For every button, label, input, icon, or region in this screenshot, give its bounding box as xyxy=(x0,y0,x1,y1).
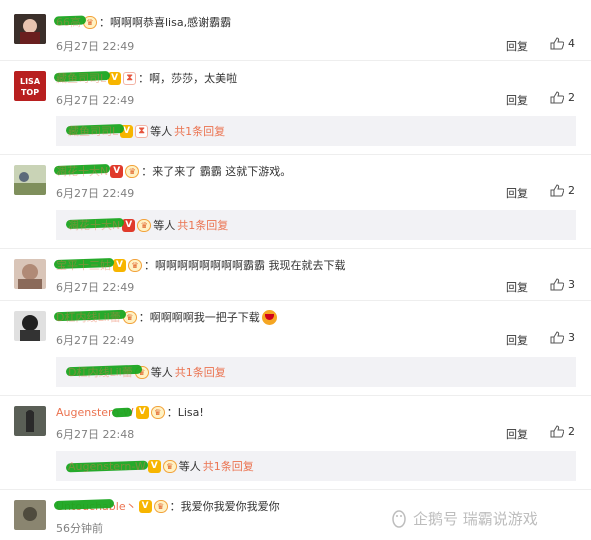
like-count: 2 xyxy=(568,184,575,197)
sub-reply-text: 等人 xyxy=(153,219,176,232)
sub-reply-count[interactable]: 共1条回复 xyxy=(175,364,226,380)
sub-reply-text: 等人 xyxy=(150,125,173,138)
divider xyxy=(0,489,591,490)
verified-v-icon: V xyxy=(108,71,122,85)
sub-reply-bar[interactable]: Augenstern-W V ♛ 等人 共1条回复 xyxy=(56,451,576,481)
verified-v-icon: V xyxy=(113,258,126,272)
username[interactable]: 凋花十大N xyxy=(53,163,111,179)
hourglass-icon: ⧗ xyxy=(123,71,137,85)
sub-reply-username[interactable]: Augenstern-W xyxy=(65,460,149,473)
sub-reply-username[interactable]: D杠内线Lil蕾 xyxy=(65,364,143,380)
comment-date: 6月27日 22:49 xyxy=(56,187,135,200)
divider xyxy=(0,154,591,155)
reply-button[interactable]: 回复 xyxy=(506,185,528,201)
avatar[interactable] xyxy=(14,14,46,44)
avatar[interactable] xyxy=(14,311,46,341)
verified-v-icon: V xyxy=(122,218,136,232)
fan-badge-icon: ♛ xyxy=(162,459,177,473)
penguin-logo-icon xyxy=(392,509,406,528)
sub-reply-username[interactable]: 藏鱼司司L xyxy=(65,123,125,139)
watermark: 企鹅号 瑞霸说游戏 xyxy=(389,508,538,529)
comment-text: ：啊啊啊恭喜lisa,感谢霸霸 xyxy=(99,16,232,29)
reply-button[interactable]: 回复 xyxy=(506,92,528,108)
username[interactable]: Augenstern-W xyxy=(56,406,134,419)
comment-text: ：来了来了 霸霸 这就下游戏。 xyxy=(141,165,292,178)
avatar[interactable]: LISA TOP xyxy=(14,71,46,101)
divider xyxy=(0,60,591,61)
fan-badge-icon: ♛ xyxy=(153,499,168,513)
fan-badge-icon: ♛ xyxy=(137,218,152,232)
sub-reply-bar[interactable]: 藏鱼司司L V ⧗ 等人 共1条回复 xyxy=(56,116,576,146)
username[interactable]: 藏鱼司司L xyxy=(53,70,111,86)
comment-text: ：Lisa! xyxy=(166,406,204,419)
sub-reply-bar[interactable]: D杠内线Lil蕾 ♛ 等人 共1条回复 xyxy=(56,357,576,387)
sub-reply-count[interactable]: 共1条回复 xyxy=(177,217,228,233)
reply-button[interactable]: 回复 xyxy=(506,38,528,54)
username[interactable]: 66高 xyxy=(53,14,87,30)
like-button[interactable]: 3 xyxy=(550,331,575,344)
comment-text: ：啊啊啊啊啊啊啊啊霸霸 我现在就去下载 xyxy=(144,259,346,272)
thumbs-up-icon xyxy=(550,425,564,438)
thumbs-up-icon xyxy=(550,184,564,197)
comment-date: 6月27日 22:49 xyxy=(56,334,135,347)
thumbs-up-icon xyxy=(550,91,564,104)
sub-reply-text: 等人 xyxy=(150,366,173,379)
username[interactable]: Untouchable丶 xyxy=(53,498,137,514)
like-button[interactable]: 4 xyxy=(550,37,575,50)
sub-reply-username[interactable]: 凋花十大N xyxy=(65,217,125,233)
comment-date: 6月27日 22:48 xyxy=(56,428,135,441)
divider xyxy=(0,248,591,249)
verified-v-icon: V xyxy=(147,459,161,473)
reply-button[interactable]: 回复 xyxy=(506,279,528,295)
like-count: 3 xyxy=(568,331,575,344)
like-button[interactable]: 3 xyxy=(550,278,575,291)
comment-list: 66高 ♛ ：啊啊啊恭喜lisa,感谢霸霸 6月27日 22:49 回复 4 L… xyxy=(0,0,591,540)
reply-button[interactable]: 回复 xyxy=(506,332,528,348)
svg-text:TOP: TOP xyxy=(21,88,39,97)
verified-v-icon: V xyxy=(135,405,149,419)
avatar[interactable] xyxy=(14,165,46,195)
divider xyxy=(0,300,591,301)
comment-text: ：我爱你我爱你我爱你 xyxy=(169,500,280,513)
sub-reply-count[interactable]: 共1条回复 xyxy=(174,123,225,139)
thumbs-up-icon xyxy=(550,331,564,344)
like-button[interactable]: 2 xyxy=(550,91,575,104)
thumbs-up-icon xyxy=(550,278,564,291)
sub-reply-text: 等人 xyxy=(178,460,201,473)
like-count: 3 xyxy=(568,278,575,291)
like-button[interactable]: 2 xyxy=(550,425,575,438)
reply-button[interactable]: 回复 xyxy=(506,426,528,442)
avatar[interactable] xyxy=(14,259,46,289)
username[interactable]: D杠内线Lil蕾 xyxy=(53,309,127,325)
like-count: 4 xyxy=(568,37,575,50)
hourglass-icon: ⧗ xyxy=(135,124,149,138)
username-scribble xyxy=(111,407,133,417)
username[interactable]: 宝平十三姑 xyxy=(53,257,115,273)
thumbs-up-icon xyxy=(550,37,564,50)
fan-badge-icon: ♛ xyxy=(125,164,140,178)
comment-text: ：啊啊啊啊我一把子下载 xyxy=(138,311,260,324)
comment-date: 56分钟前 xyxy=(56,522,103,535)
svg-text:LISA: LISA xyxy=(20,77,41,86)
kiss-emoji-icon xyxy=(261,309,277,325)
watermark-text: 企鹅号 瑞霸说游戏 xyxy=(413,510,538,528)
fan-badge-icon: ♛ xyxy=(150,405,165,419)
like-count: 2 xyxy=(568,91,575,104)
divider xyxy=(0,395,591,396)
comment-date: 6月27日 22:49 xyxy=(56,281,135,294)
avatar[interactable] xyxy=(14,406,46,436)
comment-date: 6月27日 22:49 xyxy=(56,40,135,53)
avatar[interactable] xyxy=(14,500,46,530)
comment-date: 6月27日 22:49 xyxy=(56,94,135,107)
sub-reply-bar[interactable]: 凋花十大N V ♛ 等人 共1条回复 xyxy=(56,210,576,240)
fan-badge-icon: ♛ xyxy=(128,258,142,272)
like-count: 2 xyxy=(568,425,575,438)
verified-v-icon: V xyxy=(138,499,152,513)
sub-reply-count[interactable]: 共1条回复 xyxy=(203,458,254,474)
like-button[interactable]: 2 xyxy=(550,184,575,197)
verified-v-icon: V xyxy=(110,164,124,178)
comment-text: ：啊，莎莎，太美啦 xyxy=(138,72,238,85)
